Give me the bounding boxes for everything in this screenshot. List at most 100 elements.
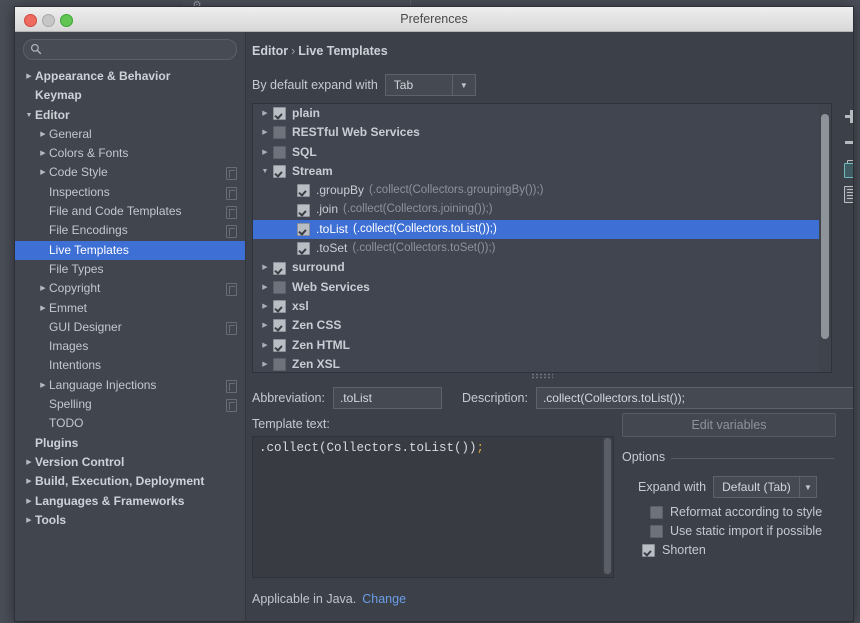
sidebar-item-colors-fonts[interactable]: ▶ Colors & Fonts — [15, 144, 245, 163]
template-text-scrollbar[interactable] — [602, 437, 613, 577]
sidebar-item-plugins[interactable]: ▶Plugins — [15, 434, 245, 453]
template-row[interactable]: ▶ Zen HTML — [253, 336, 819, 355]
chevron-right-icon[interactable]: ▶ — [23, 67, 35, 86]
template-row[interactable]: ▶ RESTful Web Services — [253, 123, 819, 142]
splitter-grip[interactable] — [531, 373, 553, 379]
template-checkbox[interactable] — [297, 203, 310, 217]
chevron-right-icon[interactable]: ▶ — [257, 278, 273, 297]
sidebar-item-keymap[interactable]: ▶Keymap — [15, 86, 245, 105]
template-checkbox[interactable] — [273, 165, 286, 179]
chevron-right-icon[interactable]: ▶ — [257, 316, 273, 335]
template-checkbox[interactable] — [297, 222, 310, 236]
sidebar-item-languages-frameworks[interactable]: ▶ Languages & Frameworks — [15, 492, 245, 511]
template-list-scrollbar-thumb[interactable] — [821, 114, 829, 339]
sidebar-item-general[interactable]: ▶ General — [15, 125, 245, 144]
template-row[interactable]: ▼ Stream — [253, 162, 819, 181]
breadcrumb-parent[interactable]: Editor — [252, 44, 288, 58]
template-checkbox[interactable] — [273, 319, 286, 333]
template-row[interactable]: ▶ surround — [253, 258, 819, 277]
chevron-right-icon[interactable]: ▶ — [37, 279, 49, 298]
template-text-editor[interactable]: .collect(Collectors.toList()); — [252, 436, 614, 578]
sidebar-item-live-templates[interactable]: ▶Live Templates — [15, 240, 245, 260]
option-reformat[interactable]: Reformat according to style — [650, 505, 822, 519]
template-checkbox[interactable] — [273, 126, 286, 140]
abbreviation-input[interactable]: .toList — [332, 387, 442, 409]
sidebar-item-emmet[interactable]: ▶ Emmet — [15, 299, 245, 318]
default-expand-select[interactable]: Tab ▼ — [384, 74, 476, 96]
chevron-right-icon[interactable]: ▶ — [37, 299, 49, 318]
sidebar-item-appearance-behavior[interactable]: ▶ Appearance & Behavior — [15, 67, 245, 86]
template-group-button[interactable] — [838, 181, 853, 207]
sidebar-item-file-and-code-templates[interactable]: ▶File and Code Templates — [15, 202, 245, 221]
option-static-import[interactable]: Use static import if possible — [650, 524, 822, 538]
sidebar-item-intentions[interactable]: ▶Intentions — [15, 356, 245, 375]
chevron-right-icon[interactable]: ▶ — [257, 143, 273, 162]
window-titlebar[interactable]: Preferences — [15, 7, 853, 32]
search-box[interactable] — [23, 39, 237, 61]
template-checkbox[interactable] — [297, 242, 310, 256]
sidebar-item-language-injections[interactable]: ▶ Language Injections — [15, 376, 245, 395]
chevron-right-icon[interactable]: ▶ — [257, 297, 273, 316]
checkbox[interactable] — [642, 543, 655, 557]
sidebar-item-editor[interactable]: ▼ Editor — [15, 106, 245, 125]
sidebar-item-copyright[interactable]: ▶ Copyright — [15, 279, 245, 298]
template-row[interactable]: ▶ Zen XSL — [253, 355, 819, 372]
sidebar-item-file-types[interactable]: ▶File Types — [15, 260, 245, 279]
sidebar-item-inspections[interactable]: ▶Inspections — [15, 183, 245, 202]
expand-with-select[interactable]: Default (Tab) ▼ — [713, 476, 818, 498]
duplicate-template-button[interactable] — [838, 155, 853, 181]
template-checkbox[interactable] — [273, 261, 286, 275]
template-checkbox[interactable] — [273, 107, 286, 121]
template-checkbox[interactable] — [297, 184, 310, 198]
template-checkbox[interactable] — [273, 300, 286, 314]
chevron-right-icon[interactable]: ▶ — [257, 336, 273, 355]
chevron-down-icon[interactable]: ▼ — [23, 106, 35, 125]
chevron-right-icon[interactable]: ▶ — [257, 355, 273, 372]
template-text-scrollbar-thumb[interactable] — [604, 438, 611, 574]
template-list-scrollbar[interactable] — [819, 104, 831, 372]
change-context-link[interactable]: Change — [362, 592, 406, 606]
chevron-right-icon[interactable]: ▶ — [23, 453, 35, 472]
chevron-down-icon[interactable]: ▼ — [257, 162, 273, 181]
add-template-button[interactable] — [838, 103, 853, 129]
template-row[interactable]: ▶ Web Services — [253, 278, 819, 297]
sidebar-item-todo[interactable]: ▶TODO — [15, 414, 245, 433]
chevron-right-icon[interactable]: ▶ — [23, 472, 35, 491]
edit-variables-button[interactable]: Edit variables — [622, 413, 836, 437]
template-row[interactable]: ▶ xsl — [253, 297, 819, 316]
chevron-right-icon[interactable]: ▶ — [23, 511, 35, 530]
template-row[interactable]: ▶ Zen CSS — [253, 316, 819, 335]
sidebar-item-build-execution-deployment[interactable]: ▶ Build, Execution, Deployment — [15, 472, 245, 491]
chevron-right-icon[interactable]: ▶ — [37, 144, 49, 163]
template-row[interactable]: ▶ SQL — [253, 143, 819, 162]
template-row[interactable]: .toList (.collect(Collectors.toList());) — [253, 219, 819, 240]
chevron-down-icon[interactable]: ▼ — [798, 477, 816, 497]
template-checkbox[interactable] — [273, 280, 286, 294]
sidebar-item-images[interactable]: ▶Images — [15, 337, 245, 356]
template-checkbox[interactable] — [273, 338, 286, 352]
chevron-right-icon[interactable]: ▶ — [257, 123, 273, 142]
sidebar-item-spelling[interactable]: ▶Spelling — [15, 395, 245, 414]
chevron-right-icon[interactable]: ▶ — [37, 125, 49, 144]
chevron-right-icon[interactable]: ▶ — [37, 376, 49, 395]
search-input[interactable] — [46, 40, 228, 61]
option-shorten[interactable]: Shorten — [642, 543, 706, 557]
template-checkbox[interactable] — [273, 358, 286, 371]
description-input[interactable]: .collect(Collectors.toList()); — [535, 387, 853, 409]
template-row[interactable]: .groupBy (.collect(Collectors.groupingBy(… — [253, 181, 819, 200]
sidebar-item-code-style[interactable]: ▶ Code Style — [15, 163, 245, 182]
chevron-right-icon[interactable]: ▶ — [37, 163, 49, 182]
chevron-right-icon[interactable]: ▶ — [23, 492, 35, 511]
chevron-down-icon[interactable]: ▼ — [451, 75, 475, 95]
template-row[interactable]: .toSet (.collect(Collectors.toSet());) — [253, 239, 819, 258]
sidebar-item-tools[interactable]: ▶ Tools — [15, 511, 245, 530]
chevron-right-icon[interactable]: ▶ — [257, 104, 273, 123]
sidebar-item-file-encodings[interactable]: ▶File Encodings — [15, 221, 245, 240]
template-row[interactable]: .join (.collect(Collectors.joining());) — [253, 200, 819, 219]
sidebar-item-gui-designer[interactable]: ▶GUI Designer — [15, 318, 245, 337]
checkbox[interactable] — [650, 524, 663, 538]
sidebar-item-version-control[interactable]: ▶ Version Control — [15, 453, 245, 472]
chevron-right-icon[interactable]: ▶ — [257, 258, 273, 277]
remove-template-button[interactable] — [838, 129, 853, 155]
template-row[interactable]: ▶ plain — [253, 104, 819, 123]
